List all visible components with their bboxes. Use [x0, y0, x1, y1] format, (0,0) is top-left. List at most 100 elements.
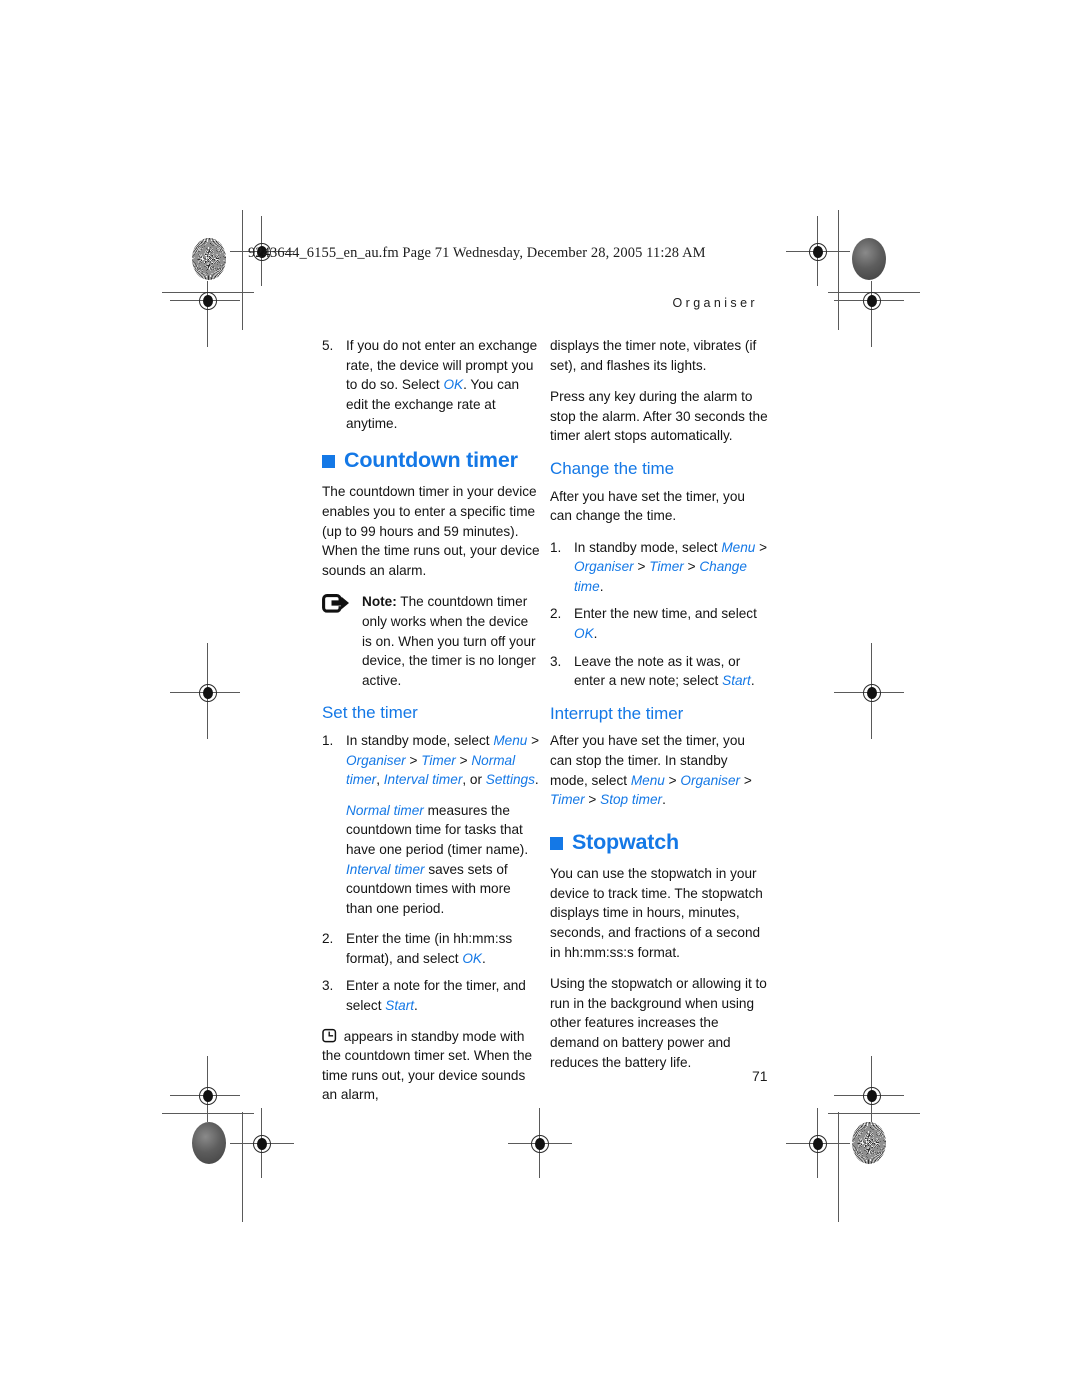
exchange-rate-step-list: 5. If you do not enter an exchange rate, …: [322, 336, 540, 434]
path-separator: >: [584, 792, 601, 808]
ui-path-menu: Menu: [630, 772, 665, 788]
list-item: 3. Leave the note as it was, or enter a n…: [550, 652, 768, 691]
registration-mark-bottom-right: [786, 1108, 850, 1178]
trim-line-horizontal-top-right: [828, 292, 920, 293]
period: .: [414, 998, 418, 1014]
path-separator: >: [527, 732, 540, 748]
step-number: 2.: [550, 606, 562, 622]
halftone-circle-bottom-right: [852, 1122, 886, 1164]
registration-mark-lower-left-edge: [170, 1056, 240, 1122]
path-separator: >: [740, 772, 752, 788]
trim-line-vertical-left-bottom: [242, 1112, 243, 1222]
step-lead: Leave the note as it was, or enter a new…: [574, 653, 741, 689]
list-item: 5. If you do not enter an exchange rate, …: [322, 336, 540, 434]
comma-separator: ,: [376, 772, 384, 788]
trim-line-horizontal-bottom-left: [162, 1113, 254, 1114]
period: .: [593, 626, 598, 642]
section-heading-label: Countdown timer: [344, 447, 518, 472]
ui-term-interval-timer: Interval timer: [346, 861, 425, 877]
step-number: 3.: [322, 978, 334, 994]
step-number: 2.: [322, 931, 334, 947]
period: .: [599, 578, 604, 594]
section-heading-label: Stopwatch: [572, 829, 679, 854]
step-lead: In standby mode, select: [574, 539, 722, 555]
section-bullet-square-icon: [322, 455, 335, 469]
registration-mark-middle-right: [834, 643, 904, 739]
ui-path-menu: Menu: [493, 732, 528, 748]
trim-line-vertical-right-top: [838, 210, 839, 330]
step-number: 3.: [550, 653, 562, 669]
step-number: 1.: [322, 732, 334, 748]
path-separator: >: [664, 772, 681, 788]
list-item: 2. Enter the time (in hh:mm:ss format), a…: [322, 929, 540, 968]
step-number: 1.: [550, 539, 562, 555]
countdown-intro-paragraph: The countdown timer in your device enabl…: [322, 484, 540, 578]
left-text-column: 5. If you do not enter an exchange rate, …: [322, 336, 540, 1117]
ui-term-start: Start: [385, 998, 415, 1014]
step-lead: In standby mode, select: [346, 732, 494, 748]
ui-term-ok: OK: [443, 377, 464, 393]
subheading-set-the-timer: Set the timer: [322, 703, 418, 723]
ui-path-organiser: Organiser: [680, 772, 741, 788]
ui-path-interval-timer: Interval timer: [383, 772, 463, 788]
path-separator: >: [633, 559, 650, 575]
ui-path-settings: Settings: [485, 772, 535, 788]
ui-term-ok: OK: [462, 950, 482, 966]
section-bullet-square-icon: [550, 837, 563, 851]
countdown-icon-text: appears in standby mode with the countdo…: [322, 1028, 533, 1103]
period: .: [482, 950, 486, 966]
stopwatch-description-paragraph: You can use the stopwatch in your device…: [550, 866, 763, 960]
period: .: [534, 772, 539, 788]
trim-line-vertical-left-top: [242, 210, 243, 330]
halftone-solid-bottom-left: [192, 1122, 226, 1164]
ui-term-start: Start: [722, 673, 751, 689]
registration-mark-upper-left-edge: [170, 281, 240, 347]
trim-line-vertical-right-bottom: [838, 1112, 839, 1222]
registration-mark-top-right: [786, 216, 850, 286]
page-number: 71: [752, 1068, 768, 1084]
subheading-interrupt-the-timer: Interrupt the timer: [550, 703, 684, 723]
ui-path-organiser: Organiser: [346, 752, 406, 768]
registration-mark-middle-left: [170, 643, 240, 739]
ui-term-ok: OK: [574, 626, 594, 642]
alarm-behaviour-paragraph: displays the timer note, vibrates (if se…: [550, 338, 757, 373]
period: .: [750, 673, 755, 689]
halftone-circle-top-left: [192, 238, 226, 280]
alarm-stop-paragraph: Press any key during the alarm to stop t…: [550, 389, 768, 444]
path-separator: >: [455, 752, 472, 768]
section-heading-stopwatch: Stopwatch: [550, 829, 768, 854]
step-lead: Enter the time (in hh:mm:ss format), and…: [346, 931, 513, 966]
path-separator: >: [683, 559, 700, 575]
subheading-change-the-time: Change the time: [550, 458, 674, 478]
change-time-step-list: 1. In standby mode, select Menu > Organis…: [550, 538, 768, 691]
list-item: 1. In standby mode, select Menu > Organis…: [322, 731, 540, 918]
interrupt-timer-paragraph: After you have set the timer, you can st…: [550, 731, 768, 809]
countdown-icon-paragraph: appears in standby mode with the countdo…: [322, 1027, 540, 1105]
set-timer-step-list: 1. In standby mode, select Menu > Organis…: [322, 731, 540, 1016]
registration-mark-bottom-left: [230, 1108, 294, 1178]
halftone-solid-top-right: [852, 238, 886, 280]
change-time-intro: After you have set the timer, you can ch…: [550, 488, 745, 524]
ui-term-normal-timer: Normal timer: [346, 802, 424, 818]
print-registration-furniture: [0, 0, 1080, 1397]
note-callout: Note: The countdown timer only works whe…: [322, 592, 540, 690]
countdown-timer-clock-icon: [322, 1028, 337, 1043]
trim-line-horizontal-top-left: [162, 292, 254, 293]
step-lead: Enter the new time, and select: [574, 606, 757, 622]
timer-type-explanation: Normal timer measures the countdown time…: [346, 801, 540, 919]
stopwatch-battery-paragraph: Using the stopwatch or allowing it to ru…: [550, 976, 767, 1070]
note-text-body: Note: The countdown timer only works whe…: [362, 592, 540, 690]
list-item: 2. Enter the new time, and select OK.: [550, 604, 768, 643]
list-item: 1. In standby mode, select Menu > Organis…: [550, 538, 768, 597]
right-text-column: displays the timer note, vibrates (if se…: [550, 336, 768, 1084]
section-heading-countdown-timer: Countdown timer: [322, 447, 540, 472]
note-label: Note:: [362, 594, 397, 610]
step-number: 5.: [322, 338, 334, 353]
ui-path-organiser: Organiser: [574, 559, 634, 575]
registration-mark-upper-right-edge: [834, 281, 904, 347]
path-separator: >: [755, 539, 768, 555]
registration-mark-bottom-center: [508, 1108, 572, 1178]
ui-path-menu: Menu: [721, 539, 756, 555]
filename-header-line: 9243644_6155_en_au.fm Page 71 Wednesday,…: [248, 245, 706, 261]
trim-line-horizontal-bottom-right: [828, 1113, 920, 1114]
